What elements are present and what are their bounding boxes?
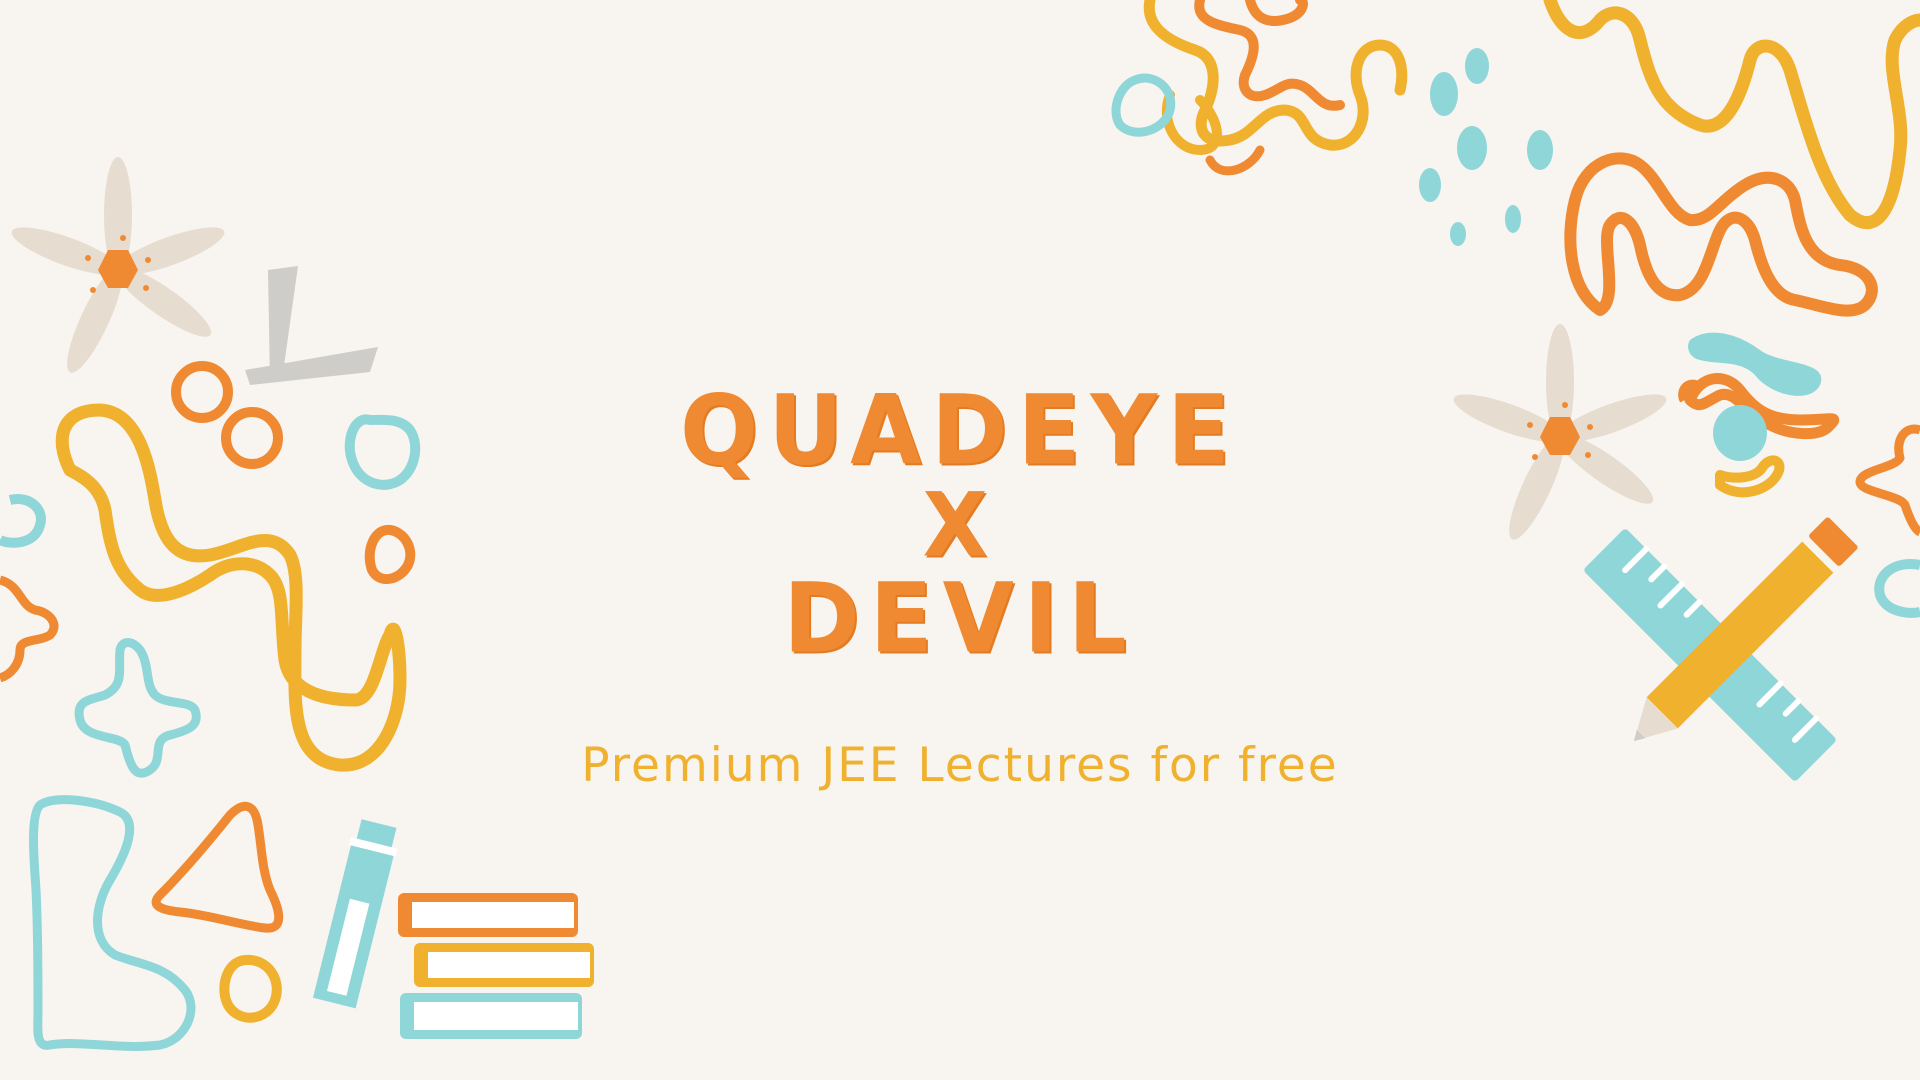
title-line-devil: DEVIL (783, 562, 1137, 675)
title-line-x: X (922, 473, 998, 577)
top-squiggle-cluster (1143, 0, 1408, 176)
title-block: QUADEYE X DEVIL (0, 374, 1920, 675)
title-line-quadeye: QUADEYE (680, 374, 1240, 487)
teal-blob-bottom-left (29, 795, 196, 1051)
glue-stick-icon (312, 819, 398, 1009)
flower-icon (11, 157, 225, 373)
yellow-circle-bottom-left (219, 954, 282, 1023)
subtitle: Premium JEE Lectures for free (581, 738, 1339, 793)
orange-triangle-bottom-left (151, 801, 284, 933)
books-icon (398, 893, 594, 1039)
